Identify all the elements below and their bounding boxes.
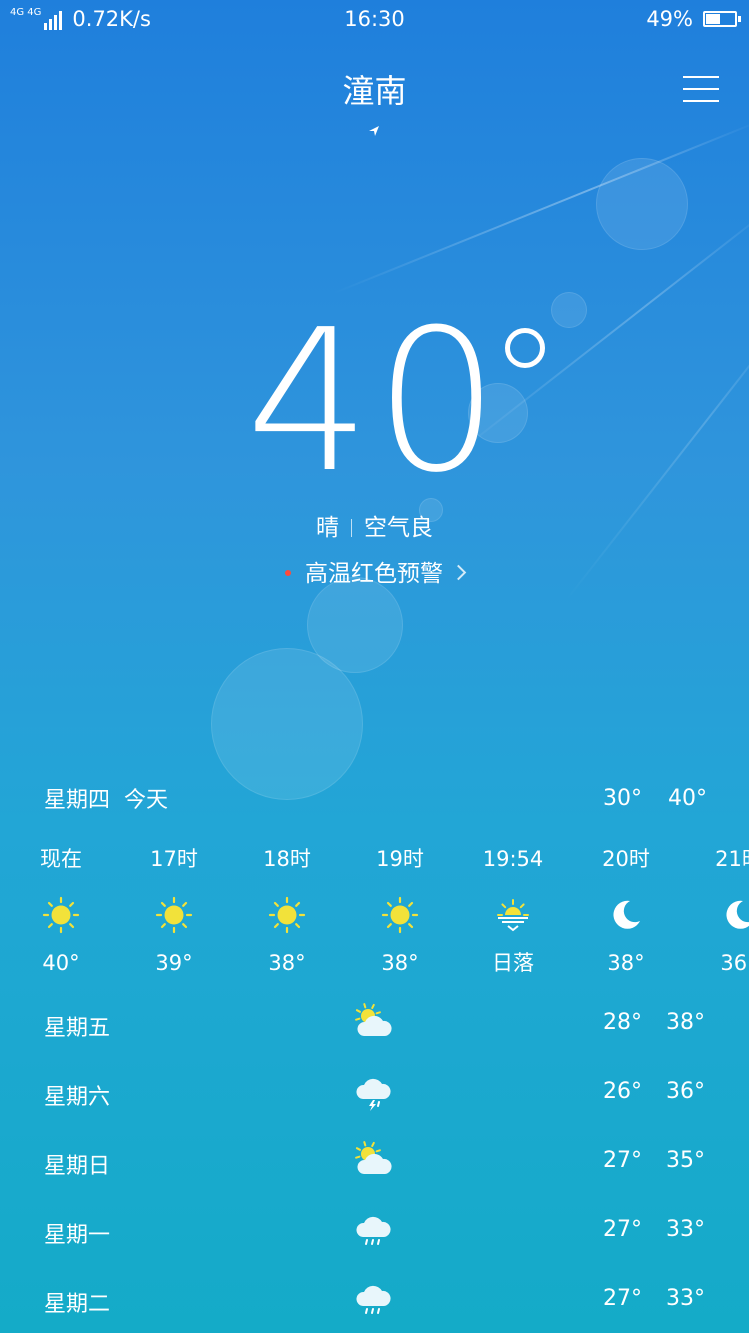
degree-symbol-icon xyxy=(505,328,545,368)
city-title[interactable]: 潼南 xyxy=(0,66,749,112)
today-temps: 30° 40° xyxy=(603,786,707,811)
hourly-item: 19:54 日落 xyxy=(458,844,568,978)
hourly-item: 现在 40° xyxy=(6,844,116,978)
partly-cloudy-icon xyxy=(355,1141,392,1174)
current-temperature-block: 40 xyxy=(0,302,749,502)
daily-row[interactable]: 星期二 27° 33° xyxy=(0,1266,749,1333)
hourly-temp: 日落 xyxy=(492,951,534,975)
hourly-temp: 38° xyxy=(268,951,306,975)
hourly-time: 19时 xyxy=(376,847,424,871)
day-low: 27° xyxy=(603,1148,642,1173)
hourly-item: 21时 36° xyxy=(684,844,749,978)
status-time: 16:30 xyxy=(344,7,405,31)
weather-condition: 晴 xyxy=(316,515,339,541)
thunderstorm-icon xyxy=(356,1078,391,1111)
hourly-temp: 38° xyxy=(381,951,419,975)
hourly-time: 21时 xyxy=(715,847,749,871)
hourly-time: 现在 xyxy=(40,847,82,871)
alert-text: 高温红色预警 xyxy=(305,561,443,587)
hourly-time: 17时 xyxy=(150,847,198,871)
menu-button[interactable] xyxy=(683,72,719,106)
condition-line: 晴空气良 xyxy=(0,508,749,542)
moon-icon xyxy=(613,900,640,929)
sun-icon xyxy=(381,896,419,934)
day-weather-icon xyxy=(353,1071,395,1111)
day-weather-icon xyxy=(353,1002,395,1042)
sunset-icon xyxy=(497,899,529,932)
hourly-time: 18时 xyxy=(263,847,311,871)
battery-percent: 49% xyxy=(646,7,693,31)
alert-dot-icon xyxy=(285,570,291,576)
day-high: 38° xyxy=(666,1010,705,1035)
hourly-icon xyxy=(458,892,568,938)
hourly-temp: 39° xyxy=(155,951,193,975)
hourly-icon xyxy=(232,892,342,938)
weather-alert[interactable]: 高温红色预警 xyxy=(0,554,749,588)
daily-row[interactable]: 星期日 27° 35° xyxy=(0,1128,749,1196)
battery-icon xyxy=(703,11,741,27)
today-high: 40° xyxy=(668,786,707,811)
today-label: 星期四 今天 xyxy=(44,782,168,814)
today-text: 今天 xyxy=(124,788,169,813)
hourly-icon xyxy=(571,892,681,938)
day-name: 星期六 xyxy=(44,1085,111,1110)
day-high: 33° xyxy=(666,1217,705,1242)
hourly-time: 19:54 xyxy=(482,847,544,871)
day-low: 27° xyxy=(603,1286,642,1311)
chevron-right-icon xyxy=(450,564,467,581)
today-weekday: 星期四 xyxy=(44,788,111,813)
air-quality[interactable]: 空气良 xyxy=(364,515,433,541)
daily-row[interactable]: 星期五 28° 38° xyxy=(0,990,749,1058)
battery-fill xyxy=(706,14,720,24)
hourly-icon xyxy=(6,892,116,938)
day-low: 28° xyxy=(603,1010,642,1035)
daily-row[interactable]: 星期六 26° 36° xyxy=(0,1059,749,1127)
daily-row[interactable]: 星期一 27° 33° xyxy=(0,1197,749,1265)
hourly-icon xyxy=(345,892,455,938)
hourly-item: 19时 38° xyxy=(345,844,455,978)
rain-icon xyxy=(356,1285,391,1314)
day-weather-icon xyxy=(353,1209,395,1249)
hourly-item: 17时 39° xyxy=(119,844,229,978)
moon-icon xyxy=(726,900,749,929)
hourly-temp: 36° xyxy=(720,951,749,975)
day-high: 35° xyxy=(666,1148,705,1173)
today-low: 30° xyxy=(603,786,642,811)
bokeh-circle xyxy=(211,648,363,800)
hourly-time: 20时 xyxy=(602,847,650,871)
divider xyxy=(351,519,352,537)
partly-cloudy-icon xyxy=(355,1003,392,1036)
hourly-temp: 40° xyxy=(42,951,80,975)
hourly-icon xyxy=(684,892,749,938)
hourly-forecast[interactable]: 现在 40° 17时 39° 18时 38° 19时 38° 19:54 日落 20时 38° 21时… xyxy=(0,844,749,984)
status-right: 49% xyxy=(646,7,741,31)
status-bar: 4G 4G 0.72K/s 16:30 49% xyxy=(0,0,749,40)
day-high: 33° xyxy=(666,1286,705,1311)
day-low: 27° xyxy=(603,1217,642,1242)
hourly-icon xyxy=(119,892,229,938)
weather-screen: 4G 4G 0.72K/s 16:30 49% 潼南 40 晴空气良 高温红色预… xyxy=(0,0,749,1333)
rain-icon xyxy=(356,1216,391,1245)
day-name: 星期一 xyxy=(44,1223,111,1248)
hourly-temp: 38° xyxy=(607,951,645,975)
day-name: 星期日 xyxy=(44,1154,111,1179)
day-name: 星期五 xyxy=(44,1016,111,1041)
sun-icon xyxy=(155,896,193,934)
hourly-item: 18时 38° xyxy=(232,844,342,978)
location-arrow-icon xyxy=(369,126,379,136)
day-low: 26° xyxy=(603,1079,642,1104)
current-temperature: 40 xyxy=(245,288,504,516)
day-weather-icon xyxy=(353,1140,395,1180)
bokeh-circle xyxy=(596,158,688,250)
day-name: 星期二 xyxy=(44,1292,111,1317)
day-weather-icon xyxy=(353,1278,395,1318)
day-high: 36° xyxy=(666,1079,705,1104)
sun-icon xyxy=(42,896,80,934)
hourly-item: 20时 38° xyxy=(571,844,681,978)
sun-icon xyxy=(268,896,306,934)
